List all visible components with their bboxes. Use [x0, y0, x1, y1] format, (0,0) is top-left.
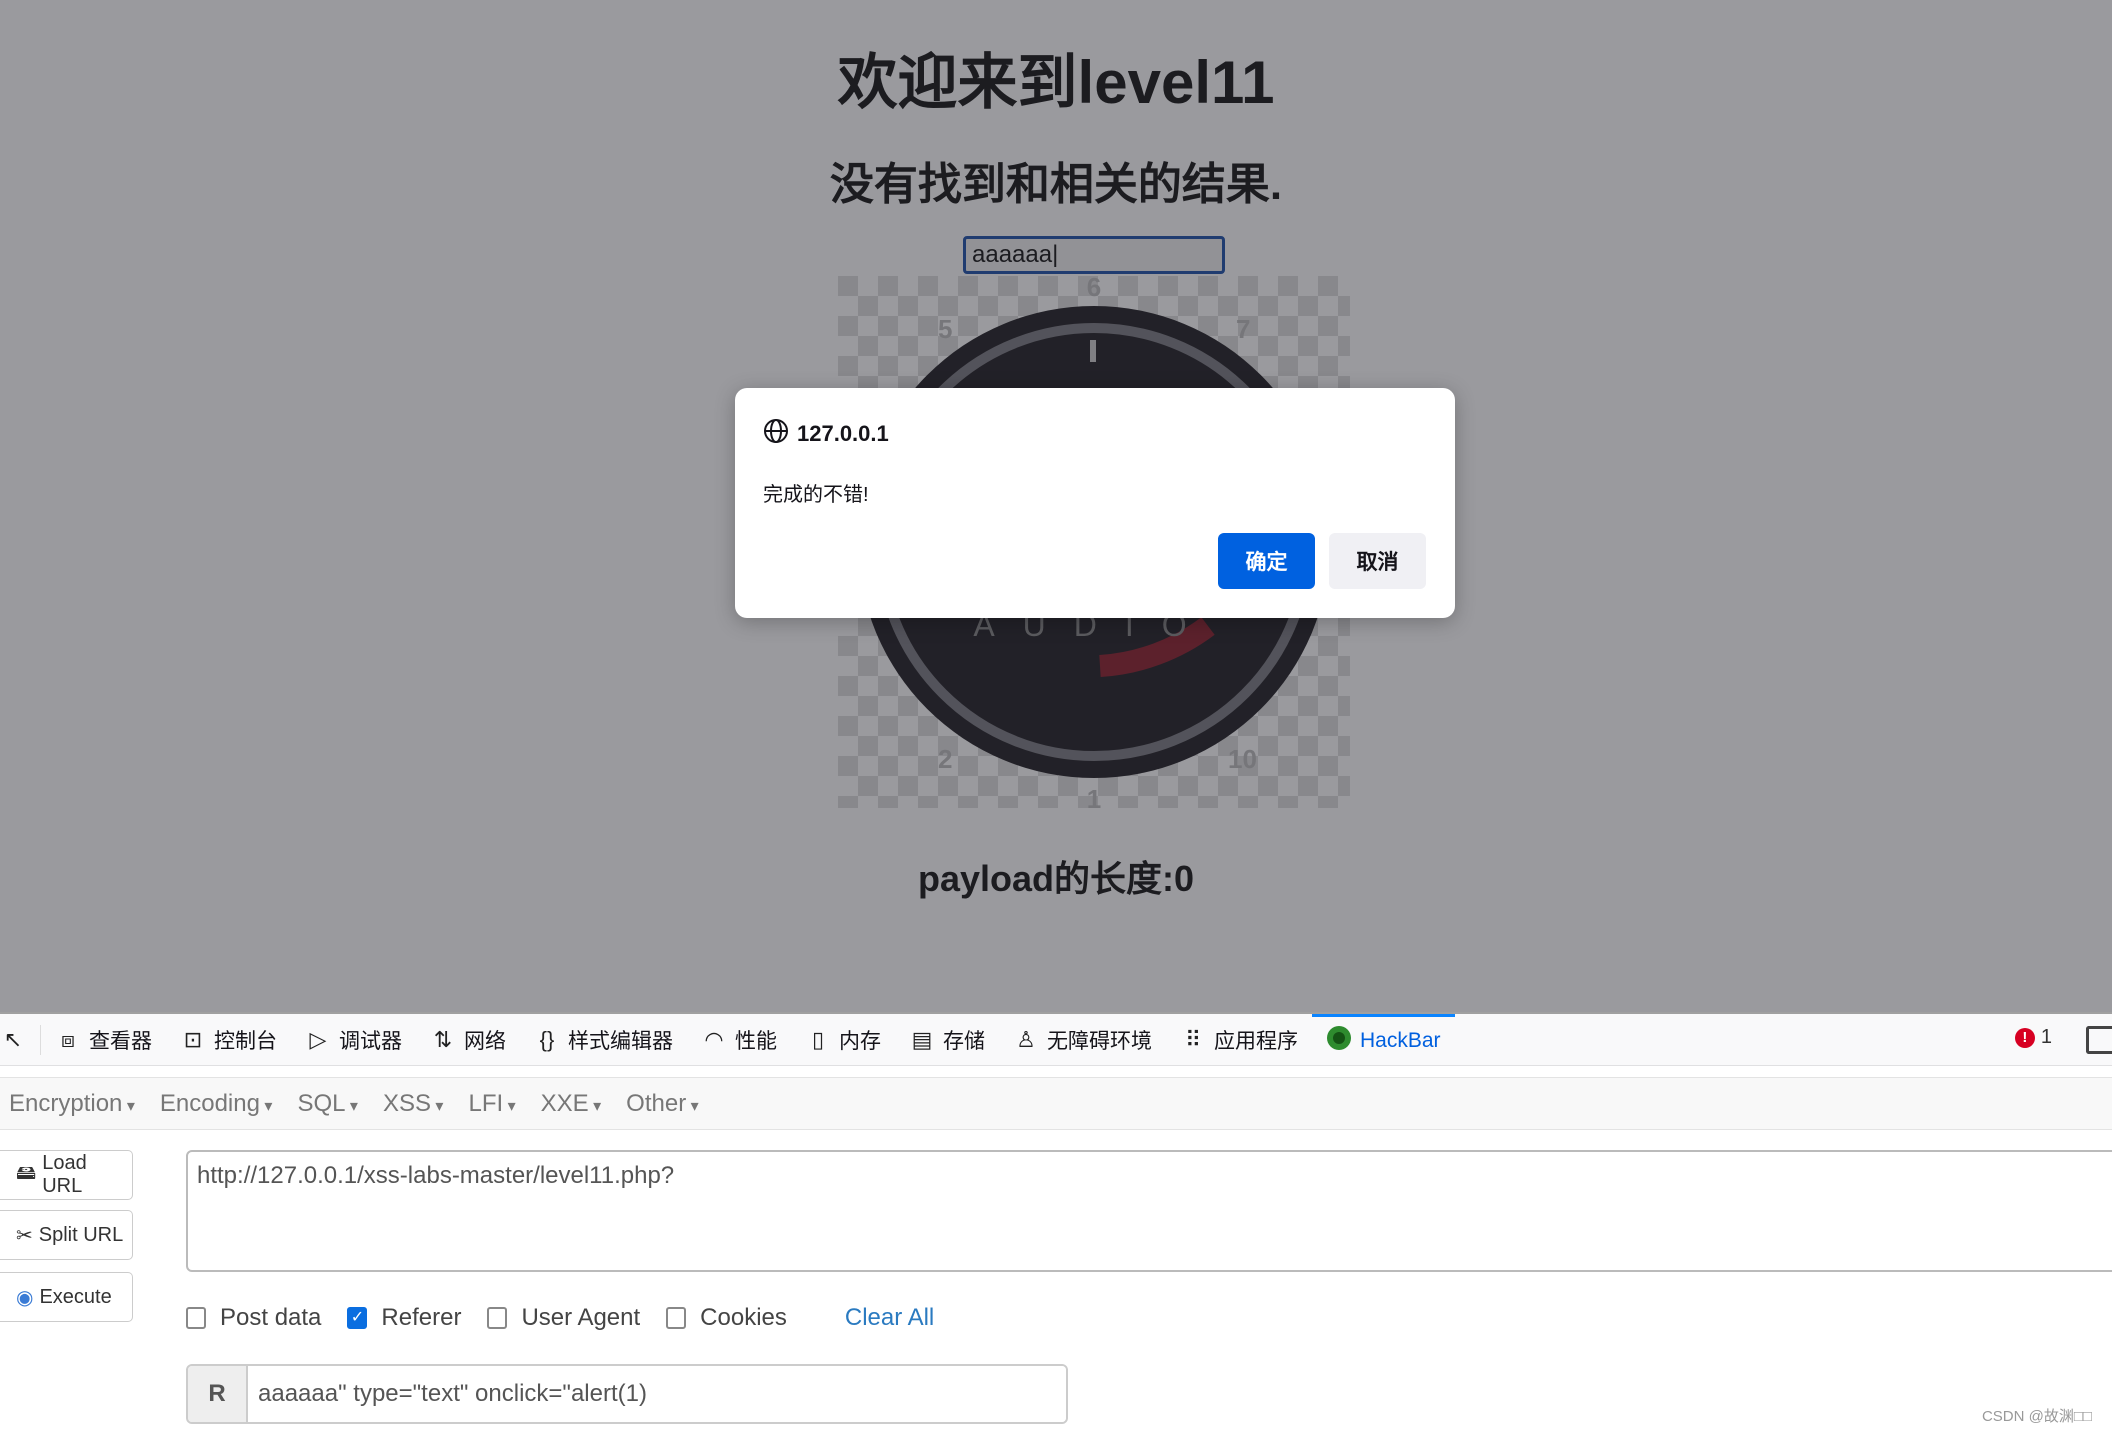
load-url-icon: 🖴 [16, 1162, 37, 1184]
referer-field: R [186, 1364, 1068, 1424]
play-icon: ◉ [16, 1286, 34, 1309]
tab-label: 样式编辑器 [568, 1029, 673, 1053]
ok-button[interactable]: 确定 [1218, 533, 1315, 589]
globe-icon [763, 418, 789, 450]
cursor-icon: ↖ [3, 1026, 23, 1052]
responsive-mode-icon[interactable] [2086, 1026, 2112, 1054]
url-textarea[interactable]: http://127.0.0.1/xss-labs-master/level11… [186, 1150, 2112, 1272]
menu-other[interactable]: Other [617, 1090, 711, 1118]
tab-network[interactable]: ⇅ 网络 [416, 1014, 520, 1066]
split-url-button[interactable]: ✂ Split URL [0, 1210, 133, 1260]
debugger-icon: ▷ [309, 1026, 327, 1052]
tab-accessibility[interactable]: ♙ 无障碍环境 [999, 1014, 1166, 1066]
tab-storage[interactable]: ▤ 存储 [895, 1014, 999, 1066]
error-icon: ! [2014, 1027, 2035, 1048]
element-picker-button[interactable]: ↖ [0, 1024, 41, 1055]
referer-label: R [188, 1366, 248, 1422]
dialog-message: 完成的不错! [763, 484, 869, 506]
referer-input[interactable] [248, 1366, 1066, 1422]
menu-encryption[interactable]: Encryption [0, 1090, 147, 1118]
tab-label: 无障碍环境 [1047, 1029, 1152, 1053]
load-url-button[interactable]: 🖴 Load URL [0, 1150, 133, 1200]
devtools-panel: ↖ ⧈ 查看器 ⊡ 控制台 ▷ 调试器 ⇅ 网络 {} 样式编辑器 ◠ 性能 ▯ 内存 ▤ 存储… [0, 1012, 2112, 1432]
watermark: CSDN @故渊□□ [1981, 1408, 2092, 1425]
tab-console[interactable]: ⊡ 控制台 [166, 1014, 291, 1066]
scissors-icon: ✂ [16, 1224, 33, 1247]
memory-icon: ▯ [811, 1026, 825, 1052]
options-row: Post data ✓ Referer User Agent Cookies Cl… [186, 1304, 934, 1332]
console-icon: ⊡ [183, 1026, 203, 1052]
tab-performance[interactable]: ◠ 性能 [687, 1014, 791, 1066]
hackbar-icon [1326, 1025, 1352, 1057]
menu-sql[interactable]: SQL [288, 1090, 370, 1118]
button-label: Execute [39, 1285, 112, 1308]
execute-button[interactable]: ◉ Execute [0, 1272, 133, 1322]
menu-lfi[interactable]: LFI [459, 1090, 527, 1118]
dialog-host: 127.0.0.1 [797, 421, 889, 446]
checkbox-label: Cookies [700, 1304, 787, 1331]
cancel-button[interactable]: 取消 [1329, 533, 1426, 589]
tab-label: 网络 [464, 1029, 506, 1053]
tab-label: 应用程序 [1214, 1029, 1298, 1053]
application-icon: ⠿ [1184, 1026, 1202, 1052]
tab-label: 内存 [839, 1029, 881, 1053]
alert-dialog: 127.0.0.1 完成的不错! 确定 取消 [735, 388, 1455, 618]
referer-checkbox[interactable]: ✓ [347, 1307, 368, 1329]
network-icon: ⇅ [433, 1026, 453, 1052]
tab-label: 控制台 [214, 1029, 277, 1053]
tab-label: 调试器 [339, 1029, 402, 1053]
error-count[interactable]: ! 1 [2014, 1026, 2052, 1049]
button-label: Load URL [42, 1152, 87, 1197]
checkbox-label: Post data [220, 1304, 322, 1331]
checkbox-label: User Agent [521, 1304, 641, 1331]
tab-style-editor[interactable]: {} 样式编辑器 [520, 1014, 687, 1066]
button-label: Split URL [38, 1223, 124, 1246]
tab-memory[interactable]: ▯ 内存 [791, 1014, 895, 1066]
performance-icon: ◠ [704, 1026, 724, 1052]
tab-debugger[interactable]: ▷ 调试器 [291, 1014, 416, 1066]
menu-xxe[interactable]: XXE [532, 1090, 614, 1118]
accessibility-icon: ♙ [1016, 1026, 1036, 1052]
hackbar-menu: Encryption Encoding SQL XSS LFI XXE Othe… [0, 1077, 2112, 1130]
tab-label: HackBar [1360, 1029, 1441, 1052]
tab-label: 查看器 [89, 1029, 152, 1053]
error-count-value: 1 [2040, 1026, 2052, 1048]
checkbox-label: Referer [381, 1304, 462, 1331]
devtools-tabs: ↖ ⧈ 查看器 ⊡ 控制台 ▷ 调试器 ⇅ 网络 {} 样式编辑器 ◠ 性能 ▯ 内存 ▤ 存储… [0, 1013, 2112, 1066]
tab-application[interactable]: ⠿ 应用程序 [1166, 1014, 1312, 1066]
inspector-icon: ⧈ [61, 1026, 75, 1052]
tab-label: 性能 [735, 1029, 777, 1053]
tab-hackbar[interactable]: HackBar [1312, 1013, 1455, 1066]
menu-xss[interactable]: XSS [374, 1090, 456, 1118]
clear-all-link[interactable]: Clear All [845, 1304, 934, 1332]
menu-encoding[interactable]: Encoding [151, 1090, 285, 1118]
style-editor-icon: {} [539, 1026, 555, 1052]
storage-icon: ▤ [911, 1026, 933, 1052]
cookies-checkbox[interactable] [666, 1307, 687, 1329]
post-data-checkbox[interactable] [186, 1307, 206, 1329]
tab-inspector[interactable]: ⧈ 查看器 [41, 1014, 166, 1066]
tab-label: 存储 [943, 1029, 985, 1053]
user-agent-checkbox[interactable] [487, 1307, 508, 1329]
